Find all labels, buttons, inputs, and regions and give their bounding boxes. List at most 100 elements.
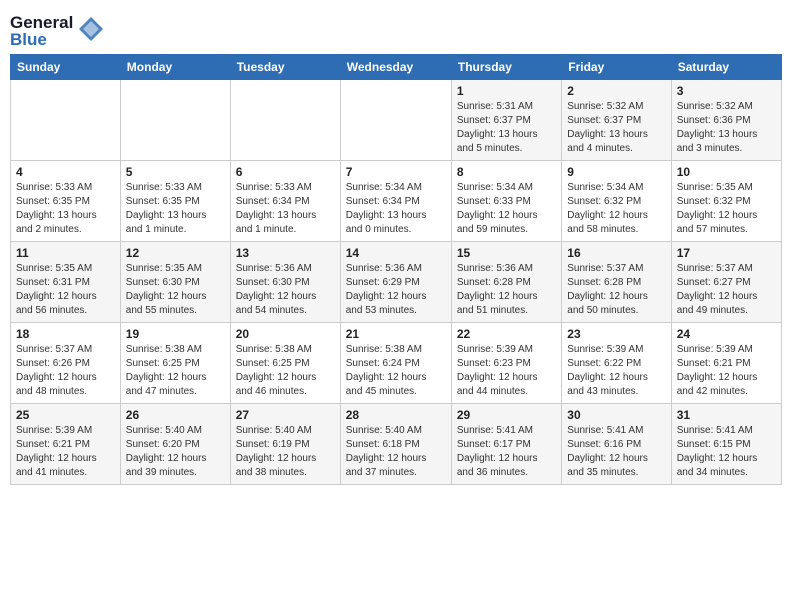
calendar-cell: 5Sunrise: 5:33 AM Sunset: 6:35 PM Daylig… bbox=[120, 161, 230, 242]
page: General Blue SundayMondayTuesdayWednesda… bbox=[0, 0, 792, 495]
day-info: Sunrise: 5:39 AM Sunset: 6:21 PM Dayligh… bbox=[677, 343, 776, 399]
calendar-cell: 17 Sunrise: 5:37 AM Sunset: 6:27 PM Dayli… bbox=[671, 242, 781, 323]
calendar-cell: 3 Sunrise: 5:32 AM Sunset: 6:36 PM Daylig… bbox=[671, 80, 781, 161]
calendar-cell: 4 Sunrise: 5:33 AM Sunset: 6:35 PM Daylig… bbox=[11, 161, 121, 242]
week-row-4: 18 Sunrise: 5:37 AM Sunset: 6:26 PM Dayli… bbox=[11, 323, 782, 404]
day-number: 31 bbox=[677, 408, 776, 422]
day-number: 21 bbox=[346, 327, 446, 341]
logo-icon bbox=[77, 15, 105, 48]
day-number: 8 bbox=[457, 165, 556, 179]
day-number: 9 bbox=[567, 165, 665, 179]
day-info: Sunrise: 5:32 AM Sunset: 6:37 PM Dayligh… bbox=[567, 100, 665, 156]
day-number: 14 bbox=[346, 246, 446, 260]
day-number: 4 bbox=[16, 165, 115, 179]
calendar-cell bbox=[120, 80, 230, 161]
day-number: 26 bbox=[126, 408, 225, 422]
calendar-cell: 24 Sunrise: 5:39 AM Sunset: 6:21 PM Dayli… bbox=[671, 323, 781, 404]
day-info: Sunrise: 5:41 AM Sunset: 6:16 PM Dayligh… bbox=[567, 424, 665, 480]
column-header-sunday: Sunday bbox=[11, 55, 121, 80]
calendar-cell: 27 Sunrise: 5:40 AM Sunset: 6:19 PM Dayli… bbox=[230, 404, 340, 485]
calendar-cell: 30 Sunrise: 5:41 AM Sunset: 6:16 PM Dayli… bbox=[562, 404, 671, 485]
calendar-cell: 28 Sunrise: 5:40 AM Sunset: 6:18 PM Dayli… bbox=[340, 404, 451, 485]
calendar-cell: 11 Sunrise: 5:35 AM Sunset: 6:31 PM Dayli… bbox=[11, 242, 121, 323]
calendar-cell: 23 Sunrise: 5:39 AM Sunset: 6:22 PM Dayli… bbox=[562, 323, 671, 404]
calendar-cell: 31 Sunrise: 5:41 AM Sunset: 6:15 PM Dayli… bbox=[671, 404, 781, 485]
day-info: Sunrise: 5:39 AM Sunset: 6:21 PM Dayligh… bbox=[16, 424, 115, 480]
day-number: 24 bbox=[677, 327, 776, 341]
day-number: 15 bbox=[457, 246, 556, 260]
day-info: Sunrise: 5:35 AM Sunset: 6:31 PM Dayligh… bbox=[16, 262, 115, 318]
day-info: Sunrise: 5:40 AM Sunset: 6:20 PM Dayligh… bbox=[126, 424, 225, 480]
day-number: 23 bbox=[567, 327, 665, 341]
calendar-cell: 9Sunrise: 5:34 AM Sunset: 6:32 PM Daylig… bbox=[562, 161, 671, 242]
day-info: Sunrise: 5:38 AM Sunset: 6:25 PM Dayligh… bbox=[236, 343, 335, 399]
day-info: Sunrise: 5:39 AM Sunset: 6:23 PM Dayligh… bbox=[457, 343, 556, 399]
day-number: 27 bbox=[236, 408, 335, 422]
calendar-cell: 18 Sunrise: 5:37 AM Sunset: 6:26 PM Dayli… bbox=[11, 323, 121, 404]
calendar-cell bbox=[11, 80, 121, 161]
day-number: 18 bbox=[16, 327, 115, 341]
day-info: Sunrise: 5:41 AM Sunset: 6:17 PM Dayligh… bbox=[457, 424, 556, 480]
logo-blue: Blue bbox=[10, 31, 47, 48]
calendar-cell: 20 Sunrise: 5:38 AM Sunset: 6:25 PM Dayli… bbox=[230, 323, 340, 404]
calendar-cell: 25Sunrise: 5:39 AM Sunset: 6:21 PM Dayli… bbox=[11, 404, 121, 485]
calendar-cell: 15Sunrise: 5:36 AM Sunset: 6:28 PM Dayli… bbox=[451, 242, 561, 323]
day-info: Sunrise: 5:33 AM Sunset: 6:35 PM Dayligh… bbox=[126, 181, 225, 237]
day-number: 6 bbox=[236, 165, 335, 179]
column-header-saturday: Saturday bbox=[671, 55, 781, 80]
day-info: Sunrise: 5:37 AM Sunset: 6:26 PM Dayligh… bbox=[16, 343, 115, 399]
column-header-tuesday: Tuesday bbox=[230, 55, 340, 80]
day-info: Sunrise: 5:36 AM Sunset: 6:30 PM Dayligh… bbox=[236, 262, 335, 318]
day-info: Sunrise: 5:33 AM Sunset: 6:35 PM Dayligh… bbox=[16, 181, 115, 237]
column-header-wednesday: Wednesday bbox=[340, 55, 451, 80]
day-info: Sunrise: 5:37 AM Sunset: 6:28 PM Dayligh… bbox=[567, 262, 665, 318]
week-row-1: 1Sunrise: 5:31 AM Sunset: 6:37 PM Daylig… bbox=[11, 80, 782, 161]
day-number: 30 bbox=[567, 408, 665, 422]
day-info: Sunrise: 5:36 AM Sunset: 6:29 PM Dayligh… bbox=[346, 262, 446, 318]
calendar-cell: 29 Sunrise: 5:41 AM Sunset: 6:17 PM Dayli… bbox=[451, 404, 561, 485]
day-number: 19 bbox=[126, 327, 225, 341]
calendar-cell bbox=[230, 80, 340, 161]
header-row: SundayMondayTuesdayWednesdayThursdayFrid… bbox=[11, 55, 782, 80]
day-info: Sunrise: 5:39 AM Sunset: 6:22 PM Dayligh… bbox=[567, 343, 665, 399]
column-header-thursday: Thursday bbox=[451, 55, 561, 80]
day-number: 22 bbox=[457, 327, 556, 341]
day-info: Sunrise: 5:35 AM Sunset: 6:32 PM Dayligh… bbox=[677, 181, 776, 237]
day-number: 28 bbox=[346, 408, 446, 422]
day-info: Sunrise: 5:40 AM Sunset: 6:18 PM Dayligh… bbox=[346, 424, 446, 480]
calendar-cell: 21Sunrise: 5:38 AM Sunset: 6:24 PM Dayli… bbox=[340, 323, 451, 404]
calendar-cell: 19 Sunrise: 5:38 AM Sunset: 6:25 PM Dayli… bbox=[120, 323, 230, 404]
column-header-monday: Monday bbox=[120, 55, 230, 80]
calendar-table: SundayMondayTuesdayWednesdayThursdayFrid… bbox=[10, 54, 782, 485]
day-info: Sunrise: 5:40 AM Sunset: 6:19 PM Dayligh… bbox=[236, 424, 335, 480]
calendar-cell: 12 Sunrise: 5:35 AM Sunset: 6:30 PM Dayli… bbox=[120, 242, 230, 323]
day-number: 17 bbox=[677, 246, 776, 260]
column-header-friday: Friday bbox=[562, 55, 671, 80]
calendar-cell: 26 Sunrise: 5:40 AM Sunset: 6:20 PM Dayli… bbox=[120, 404, 230, 485]
day-info: Sunrise: 5:32 AM Sunset: 6:36 PM Dayligh… bbox=[677, 100, 776, 156]
logo: General Blue bbox=[10, 10, 105, 48]
day-number: 20 bbox=[236, 327, 335, 341]
day-info: Sunrise: 5:41 AM Sunset: 6:15 PM Dayligh… bbox=[677, 424, 776, 480]
calendar-cell: 8 Sunrise: 5:34 AM Sunset: 6:33 PM Daylig… bbox=[451, 161, 561, 242]
week-row-2: 4 Sunrise: 5:33 AM Sunset: 6:35 PM Daylig… bbox=[11, 161, 782, 242]
day-info: Sunrise: 5:38 AM Sunset: 6:25 PM Dayligh… bbox=[126, 343, 225, 399]
week-row-5: 25Sunrise: 5:39 AM Sunset: 6:21 PM Dayli… bbox=[11, 404, 782, 485]
day-number: 29 bbox=[457, 408, 556, 422]
header: General Blue bbox=[10, 10, 782, 48]
calendar-cell: 2Sunrise: 5:32 AM Sunset: 6:37 PM Daylig… bbox=[562, 80, 671, 161]
day-number: 11 bbox=[16, 246, 115, 260]
day-info: Sunrise: 5:37 AM Sunset: 6:27 PM Dayligh… bbox=[677, 262, 776, 318]
calendar-cell: 22 Sunrise: 5:39 AM Sunset: 6:23 PM Dayli… bbox=[451, 323, 561, 404]
calendar-cell: 6Sunrise: 5:33 AM Sunset: 6:34 PM Daylig… bbox=[230, 161, 340, 242]
day-number: 3 bbox=[677, 84, 776, 98]
calendar-cell: 14 Sunrise: 5:36 AM Sunset: 6:29 PM Dayli… bbox=[340, 242, 451, 323]
day-number: 12 bbox=[126, 246, 225, 260]
day-number: 7 bbox=[346, 165, 446, 179]
day-number: 13 bbox=[236, 246, 335, 260]
day-number: 1 bbox=[457, 84, 556, 98]
day-number: 16 bbox=[567, 246, 665, 260]
day-info: Sunrise: 5:35 AM Sunset: 6:30 PM Dayligh… bbox=[126, 262, 225, 318]
day-info: Sunrise: 5:34 AM Sunset: 6:33 PM Dayligh… bbox=[457, 181, 556, 237]
day-number: 10 bbox=[677, 165, 776, 179]
